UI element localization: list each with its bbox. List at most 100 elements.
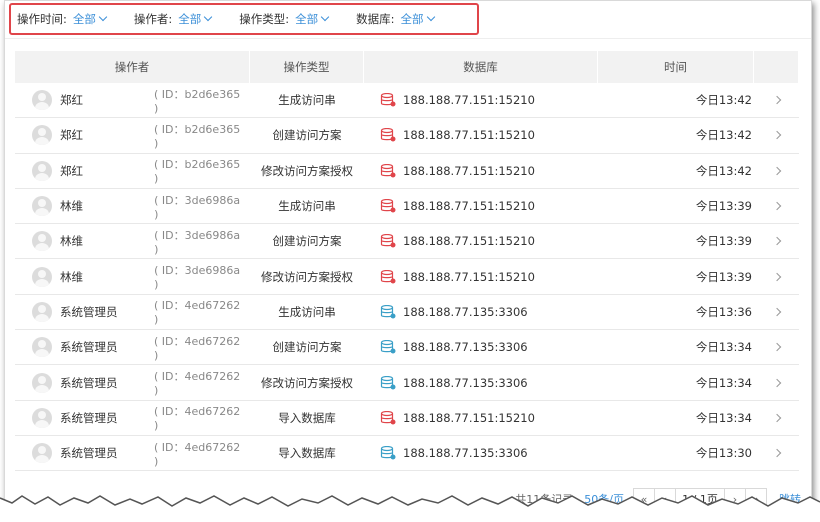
database-cell: 188.188.77.151:15210 — [364, 154, 598, 188]
database-icon — [380, 375, 396, 390]
operator-cell: 系统管理员 ( ID：4ed67262 ) — [15, 330, 250, 364]
user-avatar-icon — [32, 196, 52, 217]
time-cell: 今日13:39 — [695, 199, 752, 214]
operator-cell: 林维 ( ID：3de6986a ) — [15, 259, 250, 293]
database-icon — [380, 199, 396, 213]
operation-type-cell: 创建访问方案 — [272, 234, 342, 249]
filter-bar: 操作时间: 全部 操作者: 全部 操作类型: 全部 数据库: 全部 — [9, 3, 479, 35]
last-page-button[interactable]: » — [745, 488, 767, 509]
operation-type-cell: 修改访问方案授权 — [261, 163, 353, 178]
operator-cell: 林维 ( ID：3de6986a ) — [15, 224, 250, 258]
time-cell: 今日13:30 — [695, 446, 752, 461]
database-cell: 188.188.77.135:3306 — [364, 365, 598, 399]
row-action[interactable] — [754, 365, 799, 399]
table-row[interactable]: 系统管理员 ( ID：4ed67262 ) 修改访问方案授权 188.188.77.1… — [15, 365, 799, 401]
row-action[interactable] — [754, 118, 799, 152]
column-header-database: 数据库 — [364, 51, 598, 83]
row-action[interactable] — [754, 224, 799, 258]
table-row[interactable]: 郑红 ( ID：b2d6e365 ) 创建访问方案 188.188.77.151:15… — [15, 118, 799, 154]
database-cell: 188.188.77.135:3306 — [364, 436, 598, 470]
operator-id: ( ID：3de6986a ) — [154, 193, 241, 221]
audit-log-panel: 操作时间: 全部 操作者: 全部 操作类型: 全部 数据库: 全部 操作者 操作… — [4, 0, 812, 510]
filter-value[interactable]: 全部 — [401, 11, 424, 27]
first-page-button[interactable]: « — [633, 488, 655, 509]
chevron-right-icon — [772, 237, 781, 246]
database-icon — [380, 93, 396, 107]
database-address: 188.188.77.135:3306 — [403, 304, 528, 319]
time-cell: 今日13:39 — [695, 269, 752, 284]
user-avatar-icon — [32, 160, 52, 181]
chevron-right-icon — [772, 131, 781, 140]
table-row[interactable]: 林维 ( ID：3de6986a ) 创建访问方案 188.188.77.151:15… — [15, 224, 799, 260]
row-action[interactable] — [754, 330, 799, 364]
row-action[interactable] — [754, 295, 799, 329]
database-cell: 188.188.77.135:3306 — [364, 330, 598, 364]
database-cell: 188.188.77.151:15210 — [364, 118, 598, 152]
table-row[interactable]: 林维 ( ID：3de6986a ) 修改访问方案授权 188.188.77.151:… — [15, 259, 799, 295]
table-row[interactable]: 系统管理员 ( ID：4ed67262 ) 创建访问方案 188.188.77.135… — [15, 330, 799, 366]
row-action[interactable] — [754, 83, 799, 117]
table-row[interactable]: 郑红 ( ID：b2d6e365 ) 生成访问串 188.188.77.151:152… — [15, 83, 799, 119]
operator-name: 林维 — [60, 269, 83, 284]
table-row[interactable]: 系统管理员 ( ID：4ed67262 ) 生成访问串 188.188.77.135:… — [15, 295, 799, 331]
chevron-down-icon — [426, 12, 435, 22]
operator-id: ( ID：3de6986a ) — [154, 264, 241, 292]
filter-operation-type[interactable]: 操作类型: 全部 — [239, 11, 330, 27]
database-address: 188.188.77.135:3306 — [403, 375, 528, 390]
operator-id: ( ID：b2d6e365 ) — [153, 122, 241, 150]
column-header-operation-type: 操作类型 — [250, 51, 364, 83]
user-avatar-icon — [32, 231, 52, 252]
operator-name: 郑红 — [60, 163, 83, 178]
operation-type-cell: 修改访问方案授权 — [261, 269, 353, 284]
table-row[interactable]: 林维 ( ID：3de6986a ) 生成访问串 188.188.77.151:152… — [15, 189, 799, 225]
pagination: 共11条记录，50条/页 « ‹ 1 / 1页 › » 跳转 — [515, 488, 801, 509]
table-row[interactable]: 郑红 ( ID：b2d6e365 ) 修改访问方案授权 188.188.77.151:… — [15, 154, 799, 189]
database-cell: 188.188.77.151:15210 — [364, 83, 598, 117]
filter-value[interactable]: 全部 — [295, 11, 318, 27]
operator-id: ( ID：4ed67262 ) — [153, 405, 241, 433]
database-icon — [380, 234, 396, 248]
pagination-info: 共11条记录，50条/页 — [515, 491, 624, 507]
log-table: 操作者 操作类型 数据库 时间 郑红 ( ID：b2d6e365 ) 生成访问串 18… — [15, 51, 799, 472]
filter-operation-time[interactable]: 操作时间: 全部 — [17, 11, 108, 27]
database-address: 188.188.77.135:3306 — [403, 446, 528, 461]
operator-cell: 郑红 ( ID：b2d6e365 ) — [15, 154, 250, 188]
row-action[interactable] — [754, 259, 799, 293]
chevron-right-icon — [772, 378, 781, 387]
row-action[interactable] — [754, 436, 799, 470]
time-cell: 今日13:34 — [695, 410, 752, 425]
user-avatar-icon — [32, 125, 52, 146]
filter-value[interactable]: 全部 — [73, 11, 96, 27]
filter-value[interactable]: 全部 — [178, 11, 201, 27]
time-cell: 今日13:42 — [695, 93, 752, 108]
user-avatar-icon — [32, 337, 52, 358]
filter-operator[interactable]: 操作者: 全部 — [134, 11, 213, 27]
table-row[interactable]: 系统管理员 ( ID：4ed67262 ) 导入数据库 188.188.77.151:… — [15, 401, 799, 436]
chevron-right-icon — [772, 307, 781, 317]
user-avatar-icon — [32, 443, 52, 464]
table-row[interactable]: 系统管理员 ( ID：4ed67262 ) 导入数据库 188.188.77.135:… — [15, 436, 799, 472]
user-avatar-icon — [32, 266, 52, 287]
operator-name: 系统管理员 — [60, 304, 118, 319]
operator-id: ( ID：4ed67262 ) — [153, 334, 241, 362]
database-icon — [380, 304, 396, 319]
page-indicator[interactable]: 1 / 1页 — [675, 488, 725, 509]
column-header-operator: 操作者 — [15, 51, 250, 83]
jump-button[interactable]: 跳转 — [779, 491, 801, 507]
row-action[interactable] — [754, 401, 799, 435]
per-page-select[interactable]: 50条/页 — [584, 493, 624, 506]
next-page-button[interactable]: › — [724, 488, 746, 509]
row-action[interactable] — [754, 154, 799, 188]
time-cell: 今日13:34 — [695, 375, 752, 390]
operator-name: 系统管理员 — [60, 446, 118, 461]
prev-page-button[interactable]: ‹ — [654, 488, 676, 509]
operator-name: 林维 — [60, 199, 83, 214]
operator-id: ( ID：3de6986a ) — [154, 228, 241, 256]
row-action[interactable] — [754, 189, 799, 223]
divider — [5, 38, 811, 39]
database-address: 188.188.77.135:3306 — [403, 340, 528, 355]
filter-database[interactable]: 数据库: 全部 — [356, 11, 435, 27]
operator-id: ( ID：4ed67262 ) — [153, 299, 241, 327]
operation-type-cell: 创建访问方案 — [272, 340, 342, 355]
user-avatar-icon — [32, 301, 52, 322]
